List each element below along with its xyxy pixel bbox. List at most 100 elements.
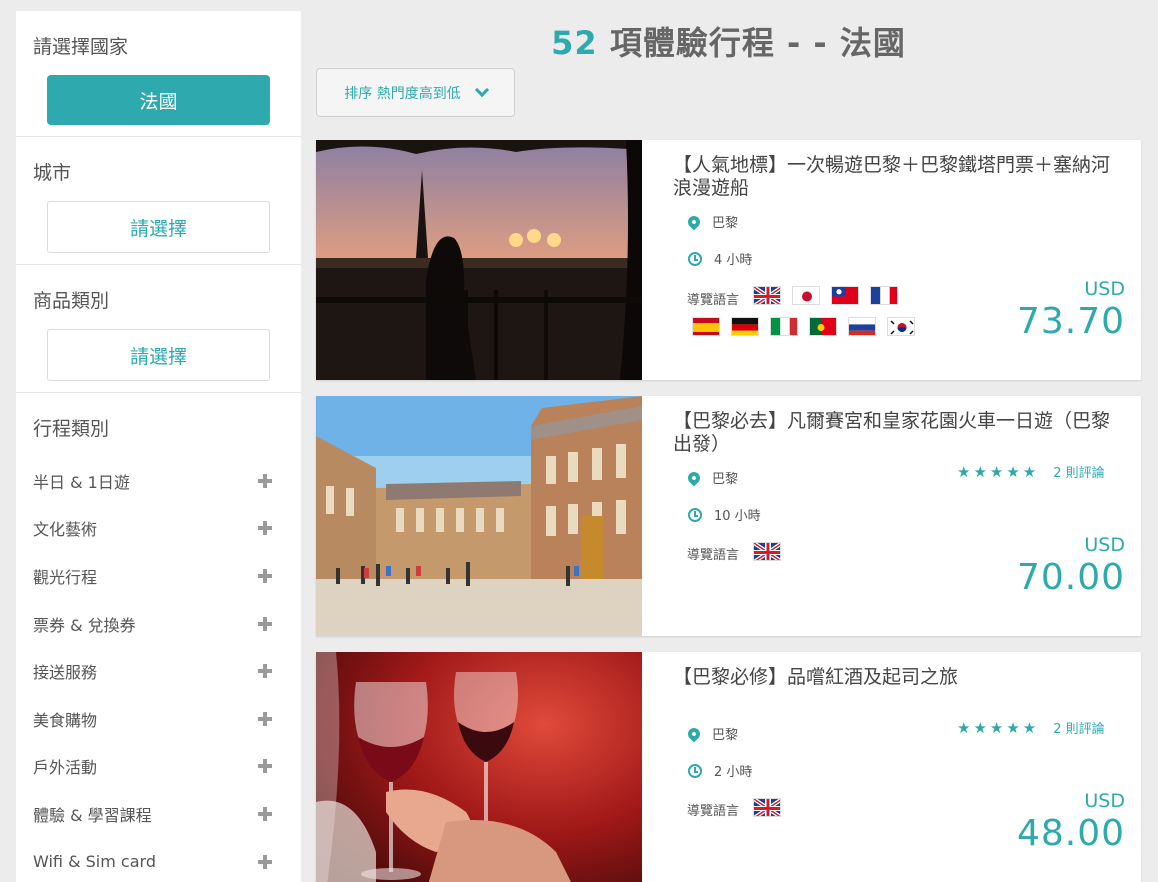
trip-type-label: 票券 & 兌換券 [33,615,136,635]
trip-type-label: 文化藝術 [33,520,98,540]
duration-text: 10 小時 [714,509,761,524]
sort-dropdown[interactable]: 排序 熱門度高到低 [316,68,515,117]
russia-flag-icon [848,317,876,336]
guide-language-label: 導覽語言 [687,548,740,563]
clock-icon [688,251,702,266]
product-title[interactable]: 【巴黎必修】品嚐紅酒及起司之旅 [673,666,1113,689]
product-card[interactable]: 【巴黎必去】凡爾賽宮和皇家花園火車一日遊（巴黎出發） 巴黎 10 小時 導覽語言… [316,396,1141,636]
product-card[interactable]: 【巴黎必修】品嚐紅酒及起司之旅 巴黎 2 小時 導覽語言 ★★★★★ 2 則評論 … [316,652,1141,882]
product-title[interactable]: 【人氣地標】一次暢遊巴黎＋巴黎鐵塔門票＋塞納河浪漫遊船 [673,154,1113,200]
plus-icon[interactable] [258,521,272,536]
trip-type-label: 美食購物 [33,710,98,730]
clock-icon [688,507,702,522]
versailles-palace-photo[interactable] [316,396,642,636]
guide-language-label: 導覽語言 [687,804,740,819]
trip-type-item[interactable]: 美食購物 [33,695,284,743]
trip-type-item[interactable]: 體驗 & 學習課程 [33,790,284,838]
result-count: 52 [551,24,598,62]
product-location: 巴黎 [685,212,739,231]
taiwan-flag-icon [831,286,859,305]
trip-type-title: 行程類別 [33,418,110,440]
plus-icon[interactable] [258,806,272,821]
spain-flag-icon [692,317,720,336]
plus-icon[interactable] [258,473,272,488]
language-flags [753,286,963,305]
city-select-button[interactable]: 請選擇 [47,201,270,253]
plus-icon[interactable] [258,616,272,631]
duration-text: 4 小時 [714,253,753,268]
country-filter-title: 請選擇國家 [33,36,129,58]
trip-type-item[interactable]: 半日 & 1日遊 [33,457,284,505]
location-pin-icon [685,725,703,742]
country-select-button[interactable]: 法國 [47,75,270,125]
price-value: 73.70 [1016,301,1125,342]
price-currency: USD [1084,278,1125,300]
product-title[interactable]: 【巴黎必去】凡爾賽宮和皇家花園火車一日遊（巴黎出發） [673,410,1113,456]
eiffel-tower-sunset-photo[interactable] [316,140,642,380]
japan-flag-icon [792,286,820,305]
trip-type-item[interactable]: 文化藝術 [33,505,284,553]
trip-type-item[interactable]: Wifi & Sim card [33,838,284,882]
star-rating-icon: ★★★★★ [957,462,1040,481]
product-duration: 4 小時 [688,249,752,268]
page-title: 52 項體驗行程 - - 法國 [316,18,1141,64]
trip-type-item[interactable]: 票券 & 兌換券 [33,600,284,648]
review-count[interactable]: 2 則評論 [1053,462,1104,481]
plus-icon[interactable] [258,711,272,726]
plus-icon[interactable] [258,854,272,869]
location-text: 巴黎 [712,728,739,743]
uk-flag-icon [753,286,781,305]
country-filter: 請選擇國家 法國 [16,11,301,137]
clock-icon [688,763,702,778]
city-filter-title: 城市 [33,162,72,184]
trip-type-label: 戶外活動 [33,758,98,778]
product-card[interactable]: 【人氣地標】一次暢遊巴黎＋巴黎鐵塔門票＋塞納河浪漫遊船 巴黎 4 小時 導覽語言… [316,140,1141,380]
product-duration: 10 小時 [688,505,761,524]
france-flag-icon [870,286,898,305]
category-select-button[interactable]: 請選擇 [47,329,270,381]
guide-language-label: 導覽語言 [687,293,740,308]
language-flags [753,542,793,561]
product-location: 巴黎 [685,724,739,743]
location-pin-icon [685,213,703,230]
price-value: 48.00 [1016,813,1125,854]
price-value: 70.00 [1016,557,1125,598]
product-rating: ★★★★★ 2 則評論 [957,462,1105,482]
category-filter-title: 商品類別 [33,290,110,312]
category-filter: 商品類別 請選擇 [16,265,301,393]
trip-type-label: 體驗 & 學習課程 [33,805,152,825]
duration-text: 2 小時 [714,765,753,780]
uk-flag-icon [753,542,781,561]
trip-type-item[interactable]: 接送服務 [33,647,284,695]
uk-flag-icon [753,798,781,817]
product-location: 巴黎 [685,468,739,487]
portugal-flag-icon [809,317,837,336]
location-text: 巴黎 [712,216,739,231]
language-flags-row2 [692,317,922,336]
product-duration: 2 小時 [688,761,752,780]
plus-icon[interactable] [258,759,272,774]
trip-type-filter: 行程類別 半日 & 1日遊 文化藝術 觀光行程 票券 & 兌換券 接送服務 美食… [16,393,301,882]
product-rating: ★★★★★ 2 則評論 [957,718,1105,738]
sort-label: 排序 熱門度高到低 [344,85,461,102]
korea-flag-icon [887,317,915,336]
trip-type-label: 半日 & 1日遊 [33,472,130,492]
location-text: 巴黎 [712,472,739,487]
trip-type-item[interactable]: 戶外活動 [33,743,284,791]
germany-flag-icon [731,317,759,336]
trip-type-item[interactable]: 觀光行程 [33,552,284,600]
trip-type-label: Wifi & Sim card [33,852,156,872]
review-count[interactable]: 2 則評論 [1053,718,1104,737]
language-flags [753,798,793,817]
star-rating-icon: ★★★★★ [957,718,1040,737]
italy-flag-icon [770,317,798,336]
trip-type-label: 接送服務 [33,663,98,683]
plus-icon[interactable] [258,664,272,679]
chevron-down-icon [474,82,489,97]
city-filter: 城市 請選擇 [16,137,301,265]
trip-type-label: 觀光行程 [33,567,98,587]
price-currency: USD [1084,790,1125,812]
wine-tasting-photo[interactable] [316,652,642,882]
plus-icon[interactable] [258,568,272,583]
filter-sidebar: 請選擇國家 法國 城市 請選擇 商品類別 請選擇 行程類別 半日 & 1日遊 文… [16,11,301,882]
